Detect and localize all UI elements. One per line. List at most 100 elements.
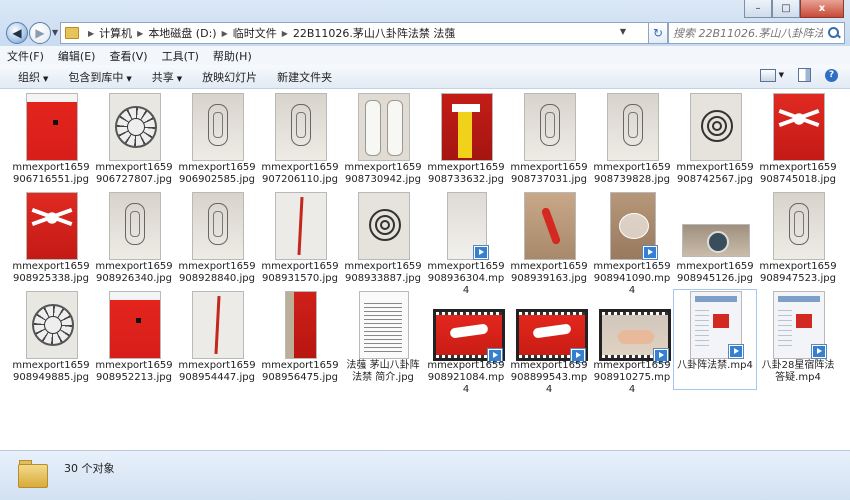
file-name: mmexport1659908947523.jpg bbox=[759, 261, 837, 284]
forward-button[interactable]: ▶ bbox=[29, 22, 51, 44]
file-item[interactable]: mmexport1659908737031.jpg bbox=[508, 92, 590, 191]
file-thumbnail bbox=[358, 93, 410, 161]
share-button[interactable]: 共享 ▼ bbox=[142, 69, 192, 85]
file-name: mmexport1659908921084.mp4 bbox=[427, 360, 505, 395]
breadcrumb-temp[interactable]: 临时文件 bbox=[233, 25, 277, 41]
file-thumbnail bbox=[109, 291, 161, 359]
file-name: mmexport1659908730942.jpg bbox=[344, 162, 422, 185]
menu-bar: 文件(F) 编辑(E) 查看(V) 工具(T) 帮助(H) bbox=[0, 46, 850, 66]
file-name: mmexport1659908933887.jpg bbox=[344, 261, 422, 284]
recent-pages-dropdown[interactable]: ▼ bbox=[52, 28, 58, 37]
file-name: mmexport1659906902585.jpg bbox=[178, 162, 256, 185]
refresh-button[interactable]: ↻ bbox=[648, 22, 668, 44]
file-name: mmexport1659908954447.jpg bbox=[178, 360, 256, 383]
chevron-right-icon[interactable]: ▶ bbox=[137, 29, 143, 38]
file-item[interactable]: mmexport1659908925338.jpg bbox=[10, 191, 92, 290]
file-name: mmexport1659908742567.jpg bbox=[676, 162, 754, 185]
chevron-right-icon[interactable]: ▶ bbox=[88, 29, 94, 38]
arrow-right-icon: ▶ bbox=[35, 26, 45, 40]
include-library-button[interactable]: 包含到库中 ▼ bbox=[58, 69, 141, 85]
file-name: mmexport1659907206110.jpg bbox=[261, 162, 339, 185]
file-thumbnail bbox=[441, 93, 493, 161]
chevron-down-icon[interactable]: ▼ bbox=[620, 27, 626, 36]
file-item[interactable]: mmexport1659908730942.jpg bbox=[342, 92, 424, 191]
file-thumbnail bbox=[690, 93, 742, 161]
breadcrumb-drive[interactable]: 本地磁盘 (D:) bbox=[148, 25, 216, 41]
file-item[interactable]: 八卦28星宿阵法答疑.mp4 bbox=[757, 290, 839, 389]
maximize-button[interactable]: □ bbox=[772, 0, 800, 18]
file-item[interactable]: mmexport1659908910275.mp4 bbox=[591, 290, 673, 395]
file-name: mmexport1659908939163.jpg bbox=[510, 261, 588, 284]
menu-edit[interactable]: 编辑(E) bbox=[51, 48, 103, 64]
file-thumbnail bbox=[275, 192, 327, 260]
file-item[interactable]: mmexport1659908945126.jpg bbox=[674, 191, 756, 290]
close-button[interactable]: x bbox=[800, 0, 844, 18]
file-item[interactable]: mmexport1659908933887.jpg bbox=[342, 191, 424, 290]
file-thumbnail bbox=[773, 93, 825, 161]
search-icon[interactable] bbox=[827, 26, 841, 40]
file-name: mmexport1659906727807.jpg bbox=[95, 162, 173, 185]
file-item[interactable]: mmexport1659906716551.jpg bbox=[10, 92, 92, 191]
video-badge-icon bbox=[474, 246, 488, 259]
explorer-window: – □ x ◀ ▶ ▼ ▶ 计算机 ▶ 本地磁盘 (D:) ▶ 临时文件 ▶ 2… bbox=[0, 0, 850, 500]
new-folder-button[interactable]: 新建文件夹 bbox=[267, 69, 342, 85]
file-thumbnail bbox=[607, 93, 659, 161]
preview-pane-button[interactable] bbox=[798, 68, 811, 82]
file-item[interactable]: 八卦阵法禁.mp4 bbox=[673, 289, 757, 390]
help-icon[interactable]: ? bbox=[825, 68, 838, 82]
organize-label: 组织 bbox=[18, 70, 40, 84]
minimize-button[interactable]: – bbox=[744, 0, 772, 18]
menu-help[interactable]: 帮助(H) bbox=[206, 48, 259, 64]
file-name: mmexport1659908737031.jpg bbox=[510, 162, 588, 185]
chevron-down-icon: ▼ bbox=[778, 71, 784, 79]
menu-tools[interactable]: 工具(T) bbox=[155, 48, 206, 64]
change-view-button[interactable]: ▼ bbox=[759, 68, 784, 82]
video-badge-icon bbox=[643, 246, 657, 259]
file-item[interactable]: mmexport1659906902585.jpg bbox=[176, 92, 258, 191]
view-icon bbox=[759, 68, 776, 82]
chevron-down-icon: ▼ bbox=[43, 74, 49, 83]
file-item[interactable]: 法蔃 茅山八卦阵法禁 简介.jpg bbox=[342, 290, 424, 389]
chevron-right-icon[interactable]: ▶ bbox=[222, 29, 228, 38]
file-item[interactable]: mmexport1659908954447.jpg bbox=[176, 290, 258, 389]
file-item[interactable]: mmexport1659908939163.jpg bbox=[508, 191, 590, 290]
file-item[interactable]: mmexport1659908899543.mp4 bbox=[508, 290, 590, 395]
file-item[interactable]: mmexport1659908921084.mp4 bbox=[425, 290, 507, 395]
file-name: mmexport1659908925338.jpg bbox=[12, 261, 90, 284]
file-thumbnail bbox=[26, 291, 78, 359]
file-item[interactable]: mmexport1659906727807.jpg bbox=[93, 92, 175, 191]
file-item[interactable]: mmexport1659907206110.jpg bbox=[259, 92, 341, 191]
file-item[interactable]: mmexport1659908952213.jpg bbox=[93, 290, 175, 389]
address-area: – □ x ◀ ▶ ▼ ▶ 计算机 ▶ 本地磁盘 (D:) ▶ 临时文件 ▶ 2… bbox=[0, 0, 850, 46]
address-bar[interactable]: ▶ 计算机 ▶ 本地磁盘 (D:) ▶ 临时文件 ▶ 22B11026.茅山八卦… bbox=[60, 22, 649, 44]
file-name: mmexport1659906716551.jpg bbox=[12, 162, 90, 185]
include-library-label: 包含到库中 bbox=[68, 70, 124, 84]
file-thumbnail bbox=[524, 192, 576, 260]
file-item[interactable]: mmexport1659908742567.jpg bbox=[674, 92, 756, 191]
video-badge-icon bbox=[729, 345, 743, 358]
back-button[interactable]: ◀ bbox=[6, 22, 28, 44]
file-item[interactable]: mmexport1659908928840.jpg bbox=[176, 191, 258, 290]
file-item[interactable]: mmexport1659908739828.jpg bbox=[591, 92, 673, 191]
search-box[interactable] bbox=[668, 22, 845, 44]
file-item[interactable]: mmexport1659908926340.jpg bbox=[93, 191, 175, 290]
file-item[interactable]: mmexport1659908949885.jpg bbox=[10, 290, 92, 389]
organize-button[interactable]: 组织 ▼ bbox=[0, 69, 58, 85]
menu-file[interactable]: 文件(F) bbox=[0, 48, 51, 64]
file-item[interactable]: mmexport1659908936304.mp4 bbox=[425, 191, 507, 296]
search-input[interactable] bbox=[669, 25, 825, 41]
file-item[interactable]: mmexport1659908733632.jpg bbox=[425, 92, 507, 191]
file-item[interactable]: mmexport1659908745018.jpg bbox=[757, 92, 839, 191]
chevron-right-icon[interactable]: ▶ bbox=[282, 29, 288, 38]
file-item[interactable]: mmexport1659908947523.jpg bbox=[757, 191, 839, 290]
slideshow-button[interactable]: 放映幻灯片 bbox=[192, 69, 267, 85]
menu-view[interactable]: 查看(V) bbox=[102, 48, 154, 64]
file-item[interactable]: mmexport1659908941090.mp4 bbox=[591, 191, 673, 296]
breadcrumb: ▶ 计算机 ▶ 本地磁盘 (D:) ▶ 临时文件 ▶ 22B11026.茅山八卦… bbox=[83, 25, 455, 41]
breadcrumb-current[interactable]: 22B11026.茅山八卦阵法禁 法蔃 bbox=[293, 25, 456, 41]
file-item[interactable]: mmexport1659908931570.jpg bbox=[259, 191, 341, 290]
file-item[interactable]: mmexport1659908956475.jpg bbox=[259, 290, 341, 389]
breadcrumb-computer[interactable]: 计算机 bbox=[99, 25, 132, 41]
caption-buttons: – □ x bbox=[744, 0, 844, 18]
file-name: mmexport1659908899543.mp4 bbox=[510, 360, 588, 395]
